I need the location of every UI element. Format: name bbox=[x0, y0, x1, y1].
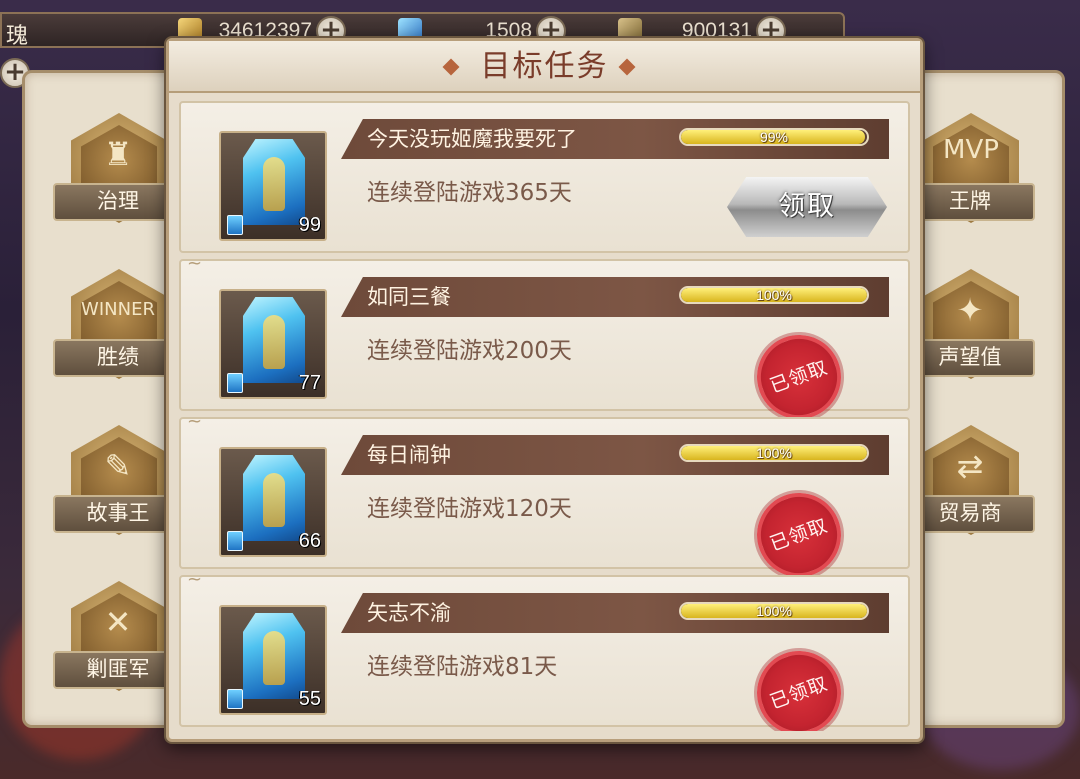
task-description: 连续登陆游戏365天 bbox=[367, 180, 572, 206]
scroll-ornament-icon: ~ bbox=[187, 411, 203, 432]
badge-label: 贸易商 bbox=[905, 495, 1035, 533]
badge-trader[interactable]: ⇄ 贸易商 bbox=[905, 425, 1035, 545]
castle-icon: ♜ bbox=[103, 135, 133, 173]
badge-ace[interactable]: MVP 王牌 bbox=[905, 113, 1035, 233]
progress-text: 100% bbox=[756, 445, 792, 461]
scroll-ornament-icon: ~ bbox=[187, 569, 203, 590]
crystal-core bbox=[263, 315, 285, 369]
card-type-icon bbox=[227, 531, 243, 551]
card-type-icon bbox=[227, 373, 243, 393]
reward-item[interactable]: 77 bbox=[219, 289, 327, 399]
badge-label: 胜绩 bbox=[53, 339, 183, 377]
reward-count: 66 bbox=[298, 530, 321, 552]
task-row: ~ 66 每日闹钟 100% 连续登陆游戏120天 已领取 bbox=[179, 411, 910, 589]
badge-label: 治理 bbox=[53, 183, 183, 221]
scroll-ornament-icon: ~ bbox=[187, 253, 203, 274]
task-row: ~ 55 矢志不渝 100% 连续登陆游戏81天 已领取 bbox=[179, 569, 910, 731]
task-name: 如同三餐 bbox=[367, 285, 451, 309]
crystal-core bbox=[263, 473, 285, 527]
badge-bandit-hunter[interactable]: ✕ 剿匪军 bbox=[53, 581, 183, 701]
task-row: 99 今天没玩姬魔我要死了 99% 连续登陆游戏365天 领取 bbox=[179, 101, 910, 253]
badge-label: 故事王 bbox=[53, 495, 183, 533]
task-description: 连续登陆游戏120天 bbox=[367, 496, 572, 522]
trade-icon: ⇄ bbox=[956, 447, 984, 485]
dialog-header: 目标任务 bbox=[169, 41, 920, 93]
card-type-icon bbox=[227, 215, 243, 235]
claimed-stamp: 已领取 bbox=[745, 481, 853, 589]
progress-bar: 99% bbox=[679, 128, 869, 146]
topbar-title: 瑰 bbox=[6, 24, 29, 49]
reward-count: 55 bbox=[298, 688, 321, 710]
target-tasks-dialog: 目标任务 99 今天没玩姬魔我要死了 99% 连续登陆游戏365天 领取 ~ 7… bbox=[166, 38, 923, 742]
task-description: 连续登陆游戏200天 bbox=[367, 338, 572, 364]
crystal-core bbox=[263, 631, 285, 685]
task-list[interactable]: 99 今天没玩姬魔我要死了 99% 连续登陆游戏365天 领取 ~ 77 如同三… bbox=[179, 101, 910, 731]
task-name: 今天没玩姬魔我要死了 bbox=[367, 127, 577, 151]
badge-governance[interactable]: ♜ 治理 bbox=[53, 113, 183, 233]
claimed-stamp-label: 已领取 bbox=[767, 356, 831, 398]
progress-bar: 100% bbox=[679, 444, 869, 462]
progress-bar: 100% bbox=[679, 286, 869, 304]
card-type-icon bbox=[227, 689, 243, 709]
badge-reputation[interactable]: ✦ 声望值 bbox=[905, 269, 1035, 389]
progress-text: 100% bbox=[756, 287, 792, 303]
task-name: 每日闹钟 bbox=[367, 443, 451, 467]
dialog-title: 目标任务 bbox=[480, 49, 609, 84]
badge-storyteller[interactable]: ✎ 故事王 bbox=[53, 425, 183, 545]
winner-icon: WINNER bbox=[81, 299, 155, 320]
progress-bar: 100% bbox=[679, 602, 869, 620]
reward-item[interactable]: 99 bbox=[219, 131, 327, 241]
crossed-swords-icon: ✕ bbox=[104, 603, 132, 641]
claimed-stamp: 已领取 bbox=[745, 639, 853, 731]
task-row: ~ 77 如同三餐 100% 连续登陆游戏200天 已领取 bbox=[179, 253, 910, 431]
task-description: 连续登陆游戏81天 bbox=[367, 654, 558, 680]
reward-count: 77 bbox=[298, 372, 321, 394]
progress-text: 99% bbox=[759, 129, 789, 145]
mvp-crown-icon: MVP bbox=[943, 135, 999, 165]
badge-label: 剿匪军 bbox=[53, 651, 183, 689]
progress-text: 100% bbox=[756, 603, 792, 619]
reward-count: 99 bbox=[298, 214, 321, 236]
scroll-icon: ✎ bbox=[104, 447, 132, 485]
badge-label: 王牌 bbox=[905, 183, 1035, 221]
reward-item[interactable]: 55 bbox=[219, 605, 327, 715]
claimed-stamp-label: 已领取 bbox=[767, 672, 831, 714]
badge-victories[interactable]: WINNER 胜绩 bbox=[53, 269, 183, 389]
crystal-core bbox=[263, 157, 285, 211]
claimed-stamp-label: 已领取 bbox=[767, 514, 831, 556]
reputation-icon: ✦ bbox=[956, 291, 984, 329]
claim-button[interactable]: 领取 bbox=[727, 177, 887, 237]
claimed-stamp: 已领取 bbox=[745, 323, 853, 431]
badge-label: 声望值 bbox=[905, 339, 1035, 377]
task-name: 矢志不渝 bbox=[367, 601, 451, 625]
reward-item[interactable]: 66 bbox=[219, 447, 327, 557]
